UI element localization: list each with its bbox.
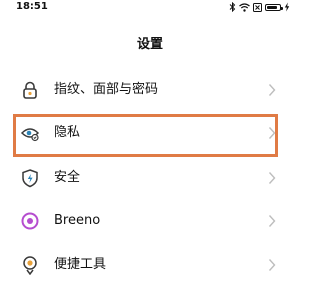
- chevron-right-icon: [268, 171, 276, 185]
- battery-tip: [281, 6, 283, 10]
- settings-item-biometrics[interactable]: 指纹、面部与密码: [0, 69, 300, 111]
- settings-item-privacy[interactable]: 隐私: [0, 112, 300, 154]
- settings-item-label: 隐私: [54, 125, 81, 140]
- lock-icon: [20, 80, 40, 100]
- bluetooth-icon: [229, 2, 236, 12]
- chevron-right-icon: [268, 214, 276, 228]
- page-title: 设置: [136, 37, 163, 52]
- privacy-eye-icon: [20, 123, 40, 143]
- wifi-icon: [239, 2, 250, 12]
- settings-item-label: 安全: [54, 170, 81, 185]
- chevron-right-icon: [268, 126, 276, 140]
- status-bar: 18:51: [0, 0, 300, 14]
- breeno-icon: [20, 211, 40, 231]
- battery-icon: [265, 3, 283, 11]
- charging-icon: [284, 2, 290, 12]
- signal-off-icon: [253, 2, 262, 12]
- settings-item-tools[interactable]: 便捷工具: [0, 244, 300, 282]
- settings-item-security[interactable]: 安全: [0, 157, 300, 199]
- battery-level: [267, 5, 277, 9]
- status-icons: [229, 2, 290, 12]
- chevron-right-icon: [268, 258, 276, 272]
- status-time: 18:51: [16, 1, 48, 12]
- settings-item-label: 便捷工具: [54, 257, 107, 272]
- chevron-right-icon: [268, 83, 276, 97]
- security-shield-icon: [20, 168, 40, 188]
- settings-item-breeno[interactable]: Breeno: [0, 200, 300, 242]
- tools-icon: [20, 255, 40, 275]
- settings-item-label: 指纹、面部与密码: [54, 82, 159, 97]
- settings-screen: 18:51 设置 指纹、面部与密码 隐私 安全 Breeno 便捷工具: [0, 0, 300, 282]
- settings-item-label: Breeno: [54, 213, 101, 228]
